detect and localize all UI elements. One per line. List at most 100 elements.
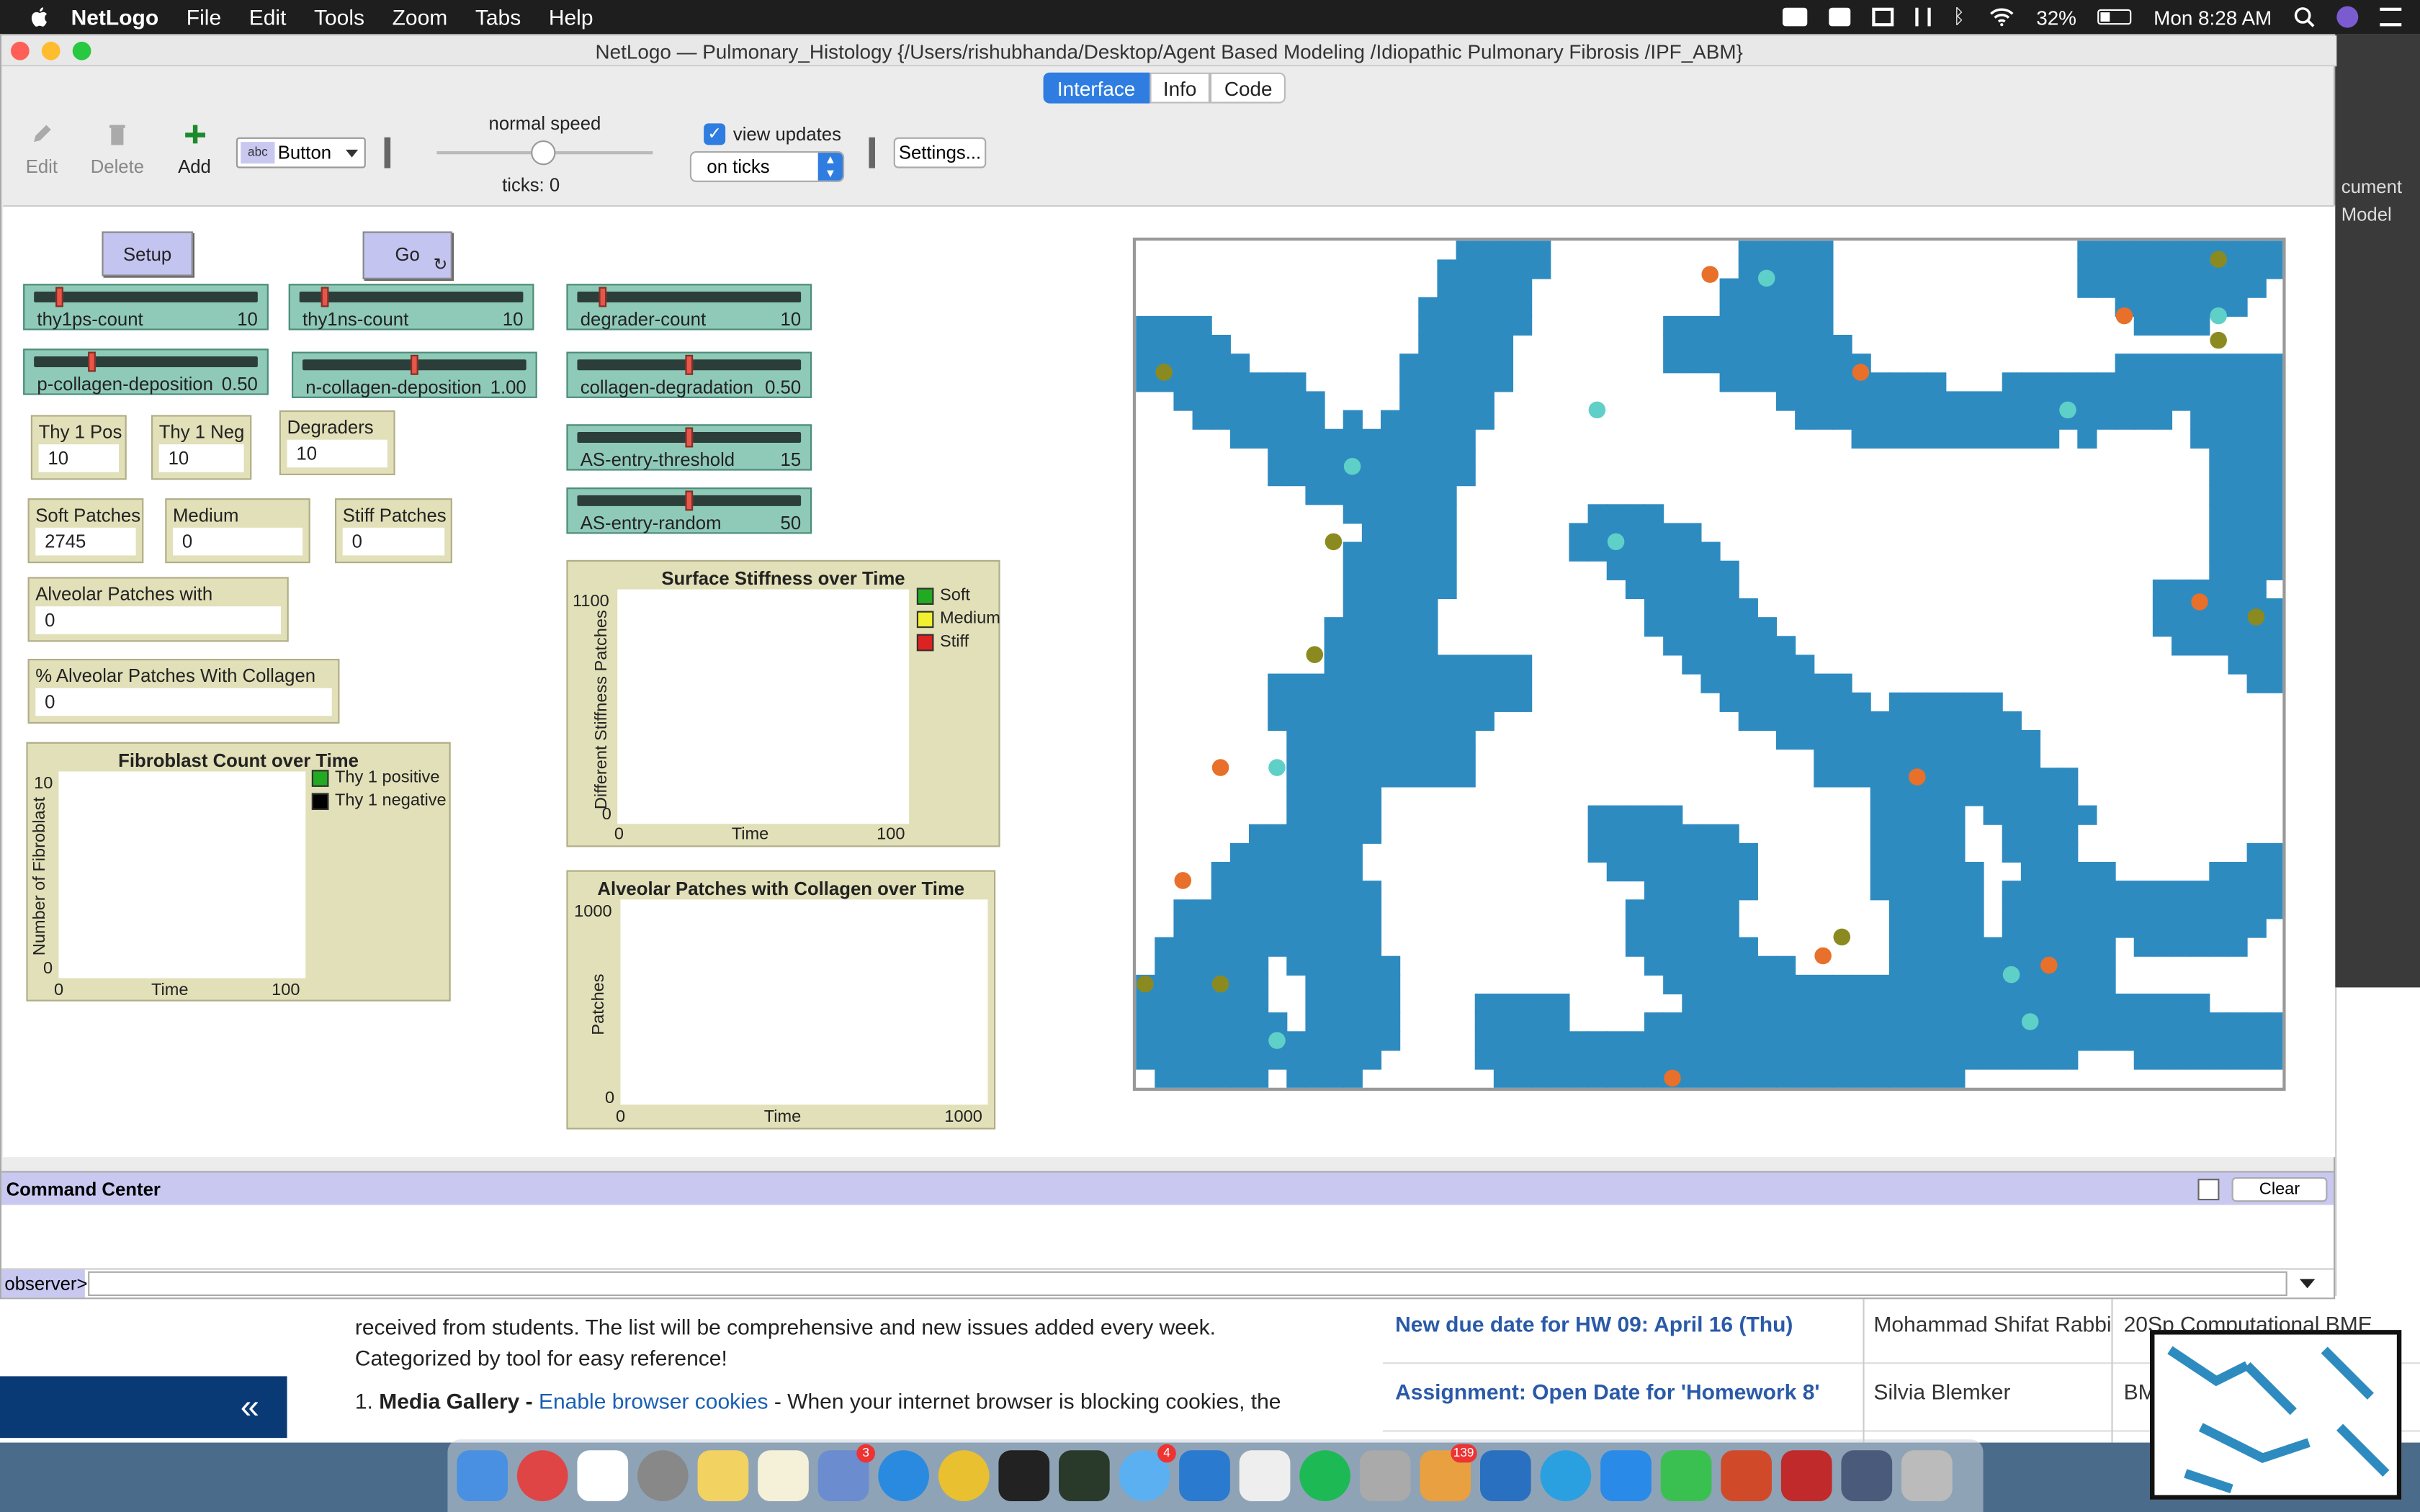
go-button[interactable]: Go ↻ <box>362 231 452 279</box>
finder-icon[interactable] <box>457 1450 508 1501</box>
expand-icon[interactable] <box>2197 1179 2220 1201</box>
slider-knob[interactable] <box>684 427 693 448</box>
screen-record-icon[interactable] <box>1873 7 1895 27</box>
agent-prompt[interactable]: observer> <box>1 1269 88 1298</box>
spotify-icon[interactable] <box>1299 1450 1350 1501</box>
tissue-patch <box>1343 579 1363 600</box>
tab-info[interactable]: Info <box>1149 72 1211 104</box>
view-updates-checkbox[interactable]: ✓ <box>704 123 726 145</box>
widget-type-select[interactable]: abc Button <box>236 137 366 168</box>
facetime-icon[interactable] <box>1660 1450 1712 1501</box>
tissue-patch <box>1437 410 1457 430</box>
wifi-icon[interactable] <box>1990 8 2015 27</box>
tissue-patch <box>1343 692 1363 712</box>
delete-button[interactable]: Delete <box>86 122 148 177</box>
tissue-patch <box>1229 899 1250 919</box>
tissue-patch <box>1832 391 1852 411</box>
clock[interactable]: Mon 8:28 AM <box>2154 6 2272 29</box>
announcement-title[interactable]: New due date for HW 09: April 16 (Thu) <box>1395 1311 1793 1336</box>
slider-collagen-degradation[interactable]: collagen-degradation 0.50 <box>566 351 812 398</box>
tissue-patch <box>1795 315 1815 336</box>
menu-help[interactable]: Help <box>549 4 593 29</box>
zoom-status-icon[interactable] <box>1783 7 1809 27</box>
control-center-icon[interactable] <box>2380 7 2402 27</box>
menu-tabs[interactable]: Tabs <box>475 4 521 29</box>
slider-n-collagen-deposition[interactable]: n-collagen-deposition 1.00 <box>292 351 537 398</box>
calendar-icon[interactable] <box>577 1450 629 1501</box>
messages-icon[interactable]: 4 <box>1119 1444 1176 1501</box>
slider-as-entry-threshold[interactable]: AS-entry-threshold 15 <box>566 424 812 471</box>
tissue-patch <box>1927 881 1947 901</box>
tissue-patch <box>1587 842 1608 863</box>
tissue-patch <box>1907 881 1928 901</box>
command-input[interactable] <box>88 1271 2287 1296</box>
trello-icon[interactable] <box>1480 1450 1531 1501</box>
menu-edit[interactable]: Edit <box>249 4 287 29</box>
enable-cookies-link[interactable]: Enable browser cookies <box>539 1389 768 1413</box>
tissue-patch <box>1249 391 1269 411</box>
command-output[interactable] <box>1 1205 2334 1270</box>
acrobat-icon[interactable] <box>1780 1450 1832 1501</box>
tissue-patch <box>2133 391 2154 411</box>
zoom-icon[interactable] <box>1600 1450 1652 1501</box>
battery-icon[interactable] <box>2097 9 2133 25</box>
tissue-patch <box>1531 1068 1551 1089</box>
activity-monitor-icon[interactable] <box>1059 1450 1110 1501</box>
telegram-icon[interactable] <box>1540 1450 1592 1501</box>
mail-icon[interactable]: 3 <box>817 1444 875 1501</box>
slider-knob[interactable] <box>684 354 693 375</box>
history-dropdown-icon[interactable] <box>2299 1279 2316 1289</box>
preview-icon[interactable] <box>1359 1450 1411 1501</box>
notes-icon[interactable] <box>758 1450 809 1501</box>
slider-as-entry-random[interactable]: AS-entry-random 50 <box>566 487 812 534</box>
blocker-app-icon[interactable] <box>516 1450 568 1501</box>
slider-degrader-count[interactable]: degrader-count 10 <box>566 284 812 330</box>
user-avatar-icon[interactable] <box>2336 6 2359 28</box>
world-view[interactable] <box>1132 238 2286 1091</box>
world-canvas[interactable] <box>1136 240 2285 1089</box>
slider-knob[interactable] <box>409 354 418 375</box>
clear-button[interactable]: Clear <box>2231 1177 2328 1202</box>
app-menu[interactable]: NetLogo <box>71 4 159 29</box>
tab-interface[interactable]: Interface <box>1043 72 1150 104</box>
screenshot-thumbnail[interactable] <box>2150 1330 2402 1500</box>
menu-file[interactable]: File <box>187 4 221 29</box>
audio-meter-icon[interactable] <box>1916 7 1932 27</box>
tissue-patch <box>1851 428 1871 449</box>
tissue-patch <box>1795 354 1815 374</box>
camera-icon[interactable] <box>1829 7 1852 27</box>
stickies-icon[interactable] <box>697 1450 749 1501</box>
add-button[interactable]: Add <box>163 122 225 177</box>
apple-menu-icon[interactable] <box>28 4 53 29</box>
menu-tools[interactable]: Tools <box>314 4 364 29</box>
slider-knob[interactable] <box>87 351 96 372</box>
slider-knob[interactable] <box>55 287 63 307</box>
bluetooth-icon[interactable]: ᛒ <box>1953 6 1968 27</box>
launchpad-icon[interactable] <box>637 1450 689 1501</box>
tab-code[interactable]: Code <box>1210 72 1286 104</box>
slack-icon[interactable]: 139 <box>1420 1444 1477 1501</box>
trash-icon[interactable] <box>1901 1450 1953 1501</box>
update-mode-select[interactable]: on ticks ▴ ▾ <box>689 151 845 182</box>
powerpoint-icon[interactable] <box>1721 1450 1772 1501</box>
settings-button[interactable]: Settings... <box>893 137 987 168</box>
spotlight-search-icon[interactable] <box>2293 6 2315 28</box>
collapse-sidebar-button[interactable]: « <box>0 1376 287 1439</box>
setup-button[interactable]: Setup <box>102 231 193 276</box>
speed-slider-knob[interactable] <box>531 140 556 166</box>
vscode-icon[interactable] <box>1179 1450 1230 1501</box>
slider-knob[interactable] <box>684 490 693 511</box>
terminal-icon[interactable] <box>998 1450 1050 1501</box>
menu-zoom[interactable]: Zoom <box>393 4 448 29</box>
slider-knob[interactable] <box>321 287 329 307</box>
slider-p-collagen-deposition[interactable]: p-collagen-deposition 0.50 <box>23 348 269 395</box>
slider-thy1ps-count[interactable]: thy1ps-count 10 <box>23 284 269 330</box>
safari-icon[interactable] <box>878 1450 929 1501</box>
edit-button[interactable]: Edit <box>11 122 73 177</box>
slider-thy1ns-count[interactable]: thy1ns-count 10 <box>288 284 534 330</box>
chrome-icon[interactable] <box>938 1450 990 1501</box>
reminders-icon[interactable] <box>1239 1450 1291 1501</box>
slider-knob[interactable] <box>599 287 606 307</box>
announcement-title[interactable]: Assignment: Open Date for 'Homework 8' <box>1395 1380 1819 1404</box>
downloads-folder-icon[interactable] <box>1841 1450 1893 1501</box>
